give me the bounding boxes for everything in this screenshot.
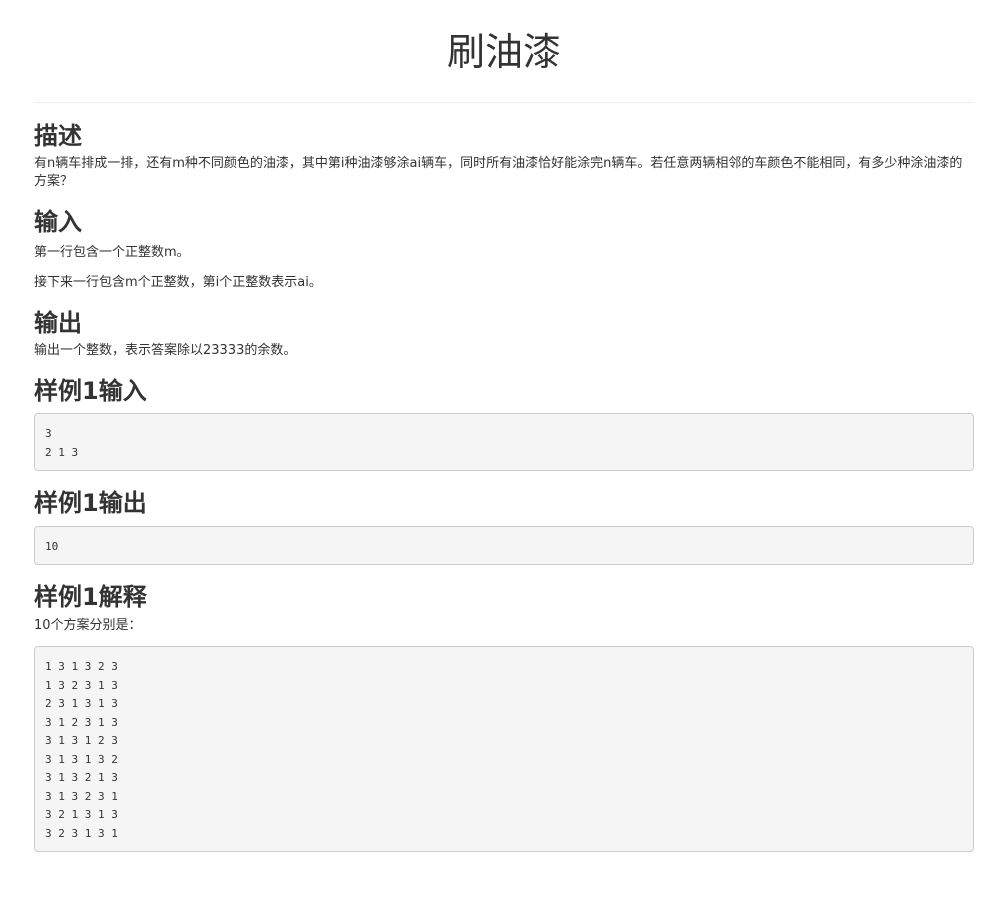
sample-output-block: 10 [34, 526, 974, 565]
description-heading: 描述 [34, 122, 82, 150]
description-text: 有n辆车排成一排，还有m种不同颜色的油漆，其中第i种油漆够涂ai辆车，同时所有油… [34, 156, 963, 189]
sample-output-heading: 样例1输出 [34, 489, 147, 517]
problem-page: 刷油漆 描述 有n辆车排成一排，还有m种不同颜色的油漆，其中第i种油漆够涂ai辆… [34, 0, 974, 852]
output-heading: 输出 [34, 309, 82, 337]
input-line-1: 第一行包含一个正整数m。 [34, 245, 190, 260]
explanation-block: 1 3 1 3 2 3 1 3 2 3 1 3 2 3 1 3 1 3 3 1 … [34, 646, 974, 852]
title-divider [34, 102, 974, 103]
output-text: 输出一个整数，表示答案除以23333的余数。 [34, 343, 297, 358]
explanation-text: 10个方案分别是： [34, 618, 142, 633]
sample-input-heading: 样例1输入 [34, 377, 147, 405]
sample-input-block: 3 2 1 3 [34, 413, 974, 471]
page-title: 刷油漆 [446, 30, 561, 74]
input-line-2: 接下来一行包含m个正整数，第i个正整数表示ai。 [34, 275, 322, 290]
explanation-heading: 样例1解释 [34, 583, 147, 611]
input-heading: 输入 [34, 208, 82, 236]
